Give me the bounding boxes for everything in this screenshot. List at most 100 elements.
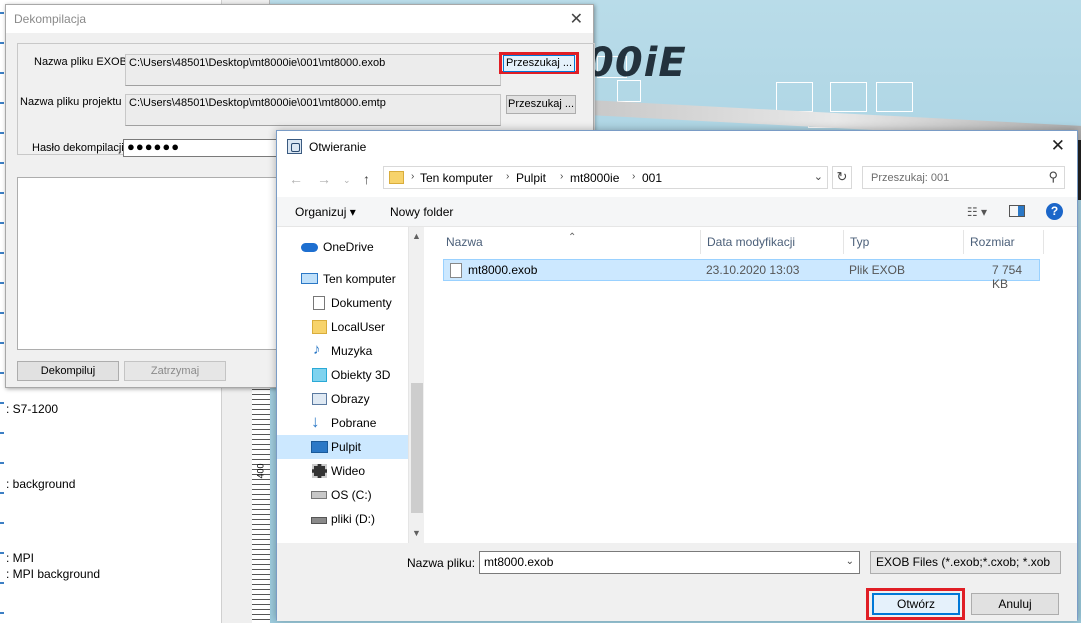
nav-item-label: Obiekty 3D: [331, 368, 391, 382]
chevron-right-icon[interactable]: ›: [506, 171, 509, 182]
nav-item-label: OS (C:): [331, 488, 372, 502]
nav-item-obrazy[interactable]: Obrazy: [277, 387, 408, 411]
column-header-label: Nazwa: [446, 235, 483, 249]
nav-item-label: LocalUser: [331, 320, 386, 334]
navigation-pane: OneDrive Ten komputer Dokumenty LocalUse…: [277, 227, 424, 543]
column-header-modified[interactable]: Data modyfikacji: [701, 230, 844, 254]
scrollbar-thumb[interactable]: [411, 383, 423, 513]
nav-item-label: Obrazy: [331, 392, 370, 406]
navigation-scrollbar[interactable]: ▲ ▼: [408, 227, 424, 543]
document-icon: [313, 296, 325, 310]
up-arrow-icon[interactable]: ↑: [363, 171, 370, 187]
back-arrow-icon[interactable]: ←: [289, 171, 303, 187]
dialog-footer: Nazwa pliku: mt8000.exob ⌄ EXOB Files (*…: [277, 543, 1077, 621]
drive-icon: [311, 491, 327, 499]
drive-icon: [311, 517, 327, 524]
chevron-down-icon[interactable]: ⌄: [814, 170, 823, 183]
chevron-down-icon[interactable]: ⌄: [846, 552, 854, 572]
exob-file-label: Nazwa pliku EXOB: [34, 56, 127, 68]
breadcrumb-001[interactable]: 001: [642, 171, 662, 185]
close-icon[interactable]: ✕: [1051, 136, 1065, 156]
column-header-type[interactable]: Typ: [844, 230, 964, 254]
nav-item-muzyka[interactable]: ♪ Muzyka: [277, 339, 408, 363]
nav-item-os-c[interactable]: OS (C:): [277, 483, 408, 507]
search-input[interactable]: Przeszukaj: 001 ⚲: [862, 166, 1065, 189]
address-bar[interactable]: › Ten komputer › Pulpit › mt8000ie › 001…: [383, 166, 828, 189]
filename-label: Nazwa pliku:: [407, 556, 476, 570]
nav-item-label: pliki (D:): [331, 512, 375, 526]
help-icon[interactable]: ?: [1046, 203, 1063, 220]
nav-item-pulpit[interactable]: Pulpit: [277, 435, 408, 459]
chevron-right-icon[interactable]: ›: [632, 171, 635, 182]
filename-input[interactable]: mt8000.exob ⌄: [479, 551, 860, 574]
nav-item-onedrive[interactable]: OneDrive: [277, 235, 408, 259]
recent-dropdown-icon[interactable]: ⌄: [343, 175, 351, 186]
decompile-button[interactable]: Dekompiluj: [17, 361, 119, 381]
cube-icon: [312, 368, 327, 382]
chevron-right-icon[interactable]: ›: [411, 171, 414, 182]
close-icon[interactable]: ✕: [570, 9, 583, 29]
password-input[interactable]: ●●●●●●: [123, 139, 278, 157]
nav-item-label: Pulpit: [331, 440, 362, 454]
background-tree-markers: [0, 0, 4, 623]
picture-icon: [312, 393, 327, 405]
view-options-icon[interactable]: ☷ ▾: [967, 205, 987, 219]
cancel-button[interactable]: Anuluj: [971, 593, 1059, 615]
nav-item-ten-komputer[interactable]: Ten komputer: [277, 267, 408, 291]
sort-ascending-icon: ⌃: [568, 232, 577, 243]
file-type: Plik EXOB: [849, 263, 906, 277]
nav-item-label: Pobrane: [331, 416, 377, 430]
forward-arrow-icon[interactable]: →: [317, 171, 331, 187]
folder-icon: [312, 320, 327, 334]
column-header-name[interactable]: ⌃ Nazwa: [440, 230, 701, 254]
breadcrumb-pulpit[interactable]: Pulpit: [516, 171, 546, 185]
nav-item-localuser[interactable]: LocalUser: [277, 315, 408, 339]
column-header-size[interactable]: Rozmiar: [964, 230, 1044, 254]
project-path-field[interactable]: C:\Users\48501\Desktop\mt8000ie\001\mt80…: [125, 94, 501, 126]
preview-pane-icon[interactable]: [1009, 205, 1025, 217]
command-toolbar: Organizuj ▾ Nowy folder ☷ ▾ ?: [277, 197, 1077, 227]
search-icon[interactable]: ⚲: [1048, 169, 1058, 185]
file-icon: [450, 263, 462, 278]
organize-menu[interactable]: Organizuj ▾: [295, 205, 356, 219]
nav-item-obiekty-3d[interactable]: Obiekty 3D: [277, 363, 408, 387]
nav-item-dokumenty[interactable]: Dokumenty: [277, 291, 408, 315]
bg-line-background: : background: [6, 477, 76, 491]
breadcrumb-mt8000ie[interactable]: mt8000ie: [570, 171, 619, 185]
nav-item-pobrane[interactable]: ↓ Pobrane: [277, 411, 408, 435]
nav-item-label: OneDrive: [323, 240, 374, 254]
scroll-up-icon[interactable]: ▲: [412, 231, 421, 241]
decompile-dialog-title: Dekompilacja: [14, 12, 87, 26]
file-list: ⌃ Nazwa Data modyfikacji Typ Rozmiar mt8…: [437, 227, 1077, 543]
desktop-icon: [311, 441, 328, 453]
nav-item-label: Muzyka: [331, 344, 373, 358]
refresh-icon[interactable]: ↻: [832, 166, 852, 189]
file-type-filter[interactable]: EXOB Files (*.exob;*.cxob; *.xob: [870, 551, 1061, 574]
bg-line-plc: : S7-1200: [6, 402, 59, 416]
breadcrumb-ten-komputer[interactable]: Ten komputer: [420, 171, 493, 185]
nav-item-label: Wideo: [331, 464, 366, 478]
cloud-icon: [301, 243, 318, 252]
open-dialog-titlebar[interactable]: Otwieranie ✕: [277, 131, 1077, 161]
exob-path-field[interactable]: C:\Users\48501\Desktop\mt8000ie\001\mt80…: [125, 54, 501, 86]
music-icon: ♪: [313, 341, 321, 358]
new-folder-button[interactable]: Nowy folder: [390, 205, 453, 219]
project-browse-button[interactable]: Przeszukaj ...: [506, 95, 576, 114]
file-modified: 23.10.2020 13:03: [706, 263, 800, 277]
scroll-down-icon[interactable]: ▼: [412, 528, 421, 538]
filename-value: mt8000.exob: [484, 555, 554, 569]
project-file-label: Nazwa pliku projektu: [20, 96, 122, 108]
nav-item-pliki-d[interactable]: pliki (D:): [277, 507, 408, 531]
table-row[interactable]: mt8000.exob 23.10.2020 13:03 Plik EXOB 7…: [443, 259, 1040, 291]
open-file-dialog: Otwieranie ✕ ← → ⌄ ↑ › Ten komputer › Pu…: [276, 130, 1078, 621]
background-ruler: [252, 380, 270, 623]
exob-browse-button[interactable]: Przeszukaj ...: [503, 55, 575, 72]
bg-line-mpi: : MPI: [6, 551, 35, 565]
decompile-dialog-titlebar[interactable]: Dekompilacja ✕: [6, 5, 593, 33]
nav-item-wideo[interactable]: Wideo: [277, 459, 408, 483]
chevron-right-icon[interactable]: ›: [560, 171, 563, 182]
address-row: ← → ⌄ ↑ › Ten komputer › Pulpit › mt8000…: [277, 161, 1077, 197]
stop-button: Zatrzymaj: [124, 361, 226, 381]
open-button[interactable]: Otwórz: [872, 593, 960, 615]
video-icon: [312, 464, 327, 478]
